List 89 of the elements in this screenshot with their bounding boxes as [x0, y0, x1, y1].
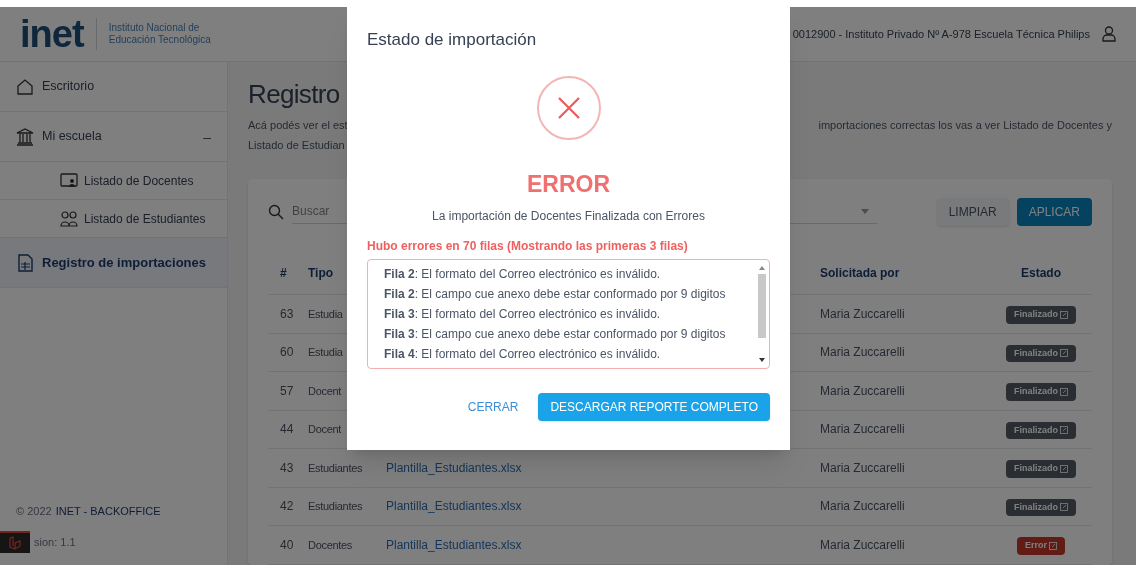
table-cell: Maria Zuccarelli [820, 448, 990, 487]
scroll-down-icon [759, 358, 765, 362]
logo-icon [8, 536, 22, 550]
page-title: Registro [248, 78, 340, 111]
description-text: Listado de Estudian [248, 137, 346, 153]
sidebar-label: Listado de Docentes [84, 172, 194, 190]
school-name: 0012900 - Instituto Privado Nº A-978 Escuela Técnica Philips [792, 26, 1090, 42]
external-link-icon [1060, 349, 1068, 358]
external-link-icon [1049, 541, 1057, 550]
collapse-toggle[interactable]: – [203, 126, 211, 147]
external-link-icon [1060, 426, 1068, 435]
logo-subtitle: Instituto Nacional de [108, 22, 201, 34]
table-cell: Estudia [308, 307, 343, 320]
table-cell: Docent [308, 384, 342, 397]
table-cell: 43 [268, 448, 304, 487]
table-cell: 42 [268, 487, 304, 526]
external-link-icon [1060, 310, 1068, 319]
description-text: Acá podés ver el est [248, 117, 348, 133]
filter-button[interactable]: APLICAR [1016, 197, 1092, 226]
table-cell: 40 [268, 525, 304, 564]
user-icon [1102, 26, 1116, 42]
column-header: # [280, 266, 287, 281]
scroll-up-icon [759, 266, 765, 270]
table-cell: Maria Zuccarelli [820, 487, 990, 526]
sidebar-label: Mi escuela [42, 128, 102, 146]
column-header: Solicitada por [820, 266, 900, 281]
sidebar-subitem[interactable]: Listado de Docentes [0, 162, 227, 200]
status-heading: ERROR [525, 169, 612, 199]
screen-person-icon [60, 172, 78, 189]
error-line: Fila 2: El campo cue anexo debe estar conformado por 9 digitos [384, 286, 727, 303]
dialog-title: Estado de importación [367, 29, 538, 51]
table-cell: 60 [268, 333, 304, 372]
table-cell: Maria Zuccarelli [820, 333, 990, 372]
table-cell: Estudia [308, 346, 343, 359]
table-cell: Estudiantes [308, 500, 363, 513]
external-link-icon [1060, 503, 1068, 512]
error-line: Fila 3: El formato del Correo electrónico es inválido. [384, 306, 662, 323]
status-message: La importación de Docentes Finalizada con Errores [431, 208, 706, 225]
search-icon [268, 203, 284, 220]
external-link-icon [1060, 464, 1068, 473]
document-icon [16, 253, 34, 272]
people-icon [60, 210, 78, 227]
status-badge: Finalizado [1006, 306, 1076, 324]
status-badge: Finalizado [1006, 383, 1076, 401]
dialog-button[interactable]: CERRAR [463, 393, 523, 421]
status-badge: Finalizado [1006, 344, 1076, 362]
table-cell: Maria Zuccarelli [820, 371, 990, 410]
file-link[interactable]: Plantilla_Estudiantes.xlsx [386, 535, 522, 554]
logo-subtitle: Educación Tecnológica [108, 34, 211, 46]
column-header: Tipo [308, 266, 334, 281]
status-badge: Error [1017, 537, 1065, 555]
table-cell: 57 [268, 371, 304, 410]
sidebar-label: Escritorio [42, 78, 95, 96]
table-cell: Estudiantes [308, 461, 363, 474]
column-header: Estado [1021, 266, 1061, 281]
building-icon [16, 127, 34, 146]
table-cell: Maria Zuccarelli [820, 525, 990, 564]
logo-wordmark: inet [20, 15, 84, 53]
error-line: Fila 2: El formato del Correo electrónico es inválido. [384, 266, 662, 283]
file-link[interactable]: Plantilla_Estudiantes.xlsx [386, 497, 522, 516]
sidebar-label: Registro de importaciones [42, 253, 206, 272]
sidebar-label: Listado de Estudiantes [84, 210, 206, 228]
sidebar-item[interactable]: Mi escuela – [0, 112, 227, 162]
status-badge: Finalizado [1006, 460, 1076, 478]
sidebar-item[interactable]: Registro de importaciones [0, 238, 227, 288]
error-summary: Hubo errores en 70 filas (Mostrando las primeras 3 filas) [367, 238, 689, 255]
table-cell: Docent [308, 423, 342, 436]
caret-icon [860, 208, 869, 214]
error-x-icon [535, 74, 602, 141]
version-text: sion: 1.1 [34, 534, 76, 550]
status-badge: Finalizado [1006, 498, 1076, 516]
file-link[interactable]: Plantilla_Estudiantes.xlsx [386, 458, 522, 477]
description-text: importaciones correctas los vas a ver Listado de Docentes y [818, 117, 1112, 133]
error-line: Fila 3: El campo cue anexo debe estar conformado por 9 digitos [384, 326, 727, 343]
status-badge: Finalizado [1006, 421, 1076, 439]
table-cell: 44 [268, 410, 304, 449]
sidebar-item[interactable]: Escritorio [0, 62, 227, 112]
house-icon [16, 77, 34, 96]
error-line: Fila 4: El formato del Correo electrónico es inválido. [384, 346, 662, 363]
external-link-icon [1060, 387, 1068, 396]
filter-button[interactable]: LIMPIAR [936, 197, 1009, 226]
table-cell: Maria Zuccarelli [820, 410, 990, 449]
table-cell: Maria Zuccarelli [820, 294, 990, 333]
copyright-text: © 2022 [16, 503, 52, 519]
footer-link[interactable]: INET - BACKOFFICE [55, 502, 161, 519]
dialog-button[interactable]: DESCARGAR REPORTE COMPLETO [538, 393, 770, 421]
debug-toolbar-button[interactable] [0, 531, 30, 553]
table-cell: 63 [268, 294, 304, 333]
table-cell: Docentes [308, 538, 353, 551]
